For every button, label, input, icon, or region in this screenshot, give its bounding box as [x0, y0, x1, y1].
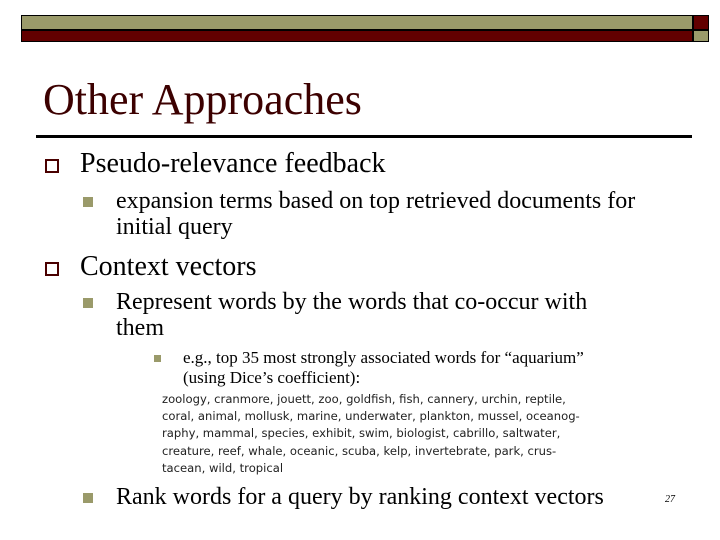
- word-list-line: coral, animal, mollusk, marine, underwat…: [162, 409, 580, 424]
- title-divider: [36, 135, 692, 138]
- header-bar: [21, 15, 709, 42]
- header-square-maroon: [694, 16, 708, 29]
- subsubbullet-example: e.g., top 35 most strongly associated wo…: [183, 348, 584, 387]
- word-list-line: raphy, mammal, species, exhibit, swim, b…: [162, 426, 561, 441]
- subbullet-rank-words: Rank words for a query by ranking contex…: [116, 484, 604, 510]
- aquarium-word-list: zoology, cranmore, jouett, zoo, goldfish…: [162, 391, 580, 477]
- subbullet-expansion-terms: expansion terms based on top retrieved d…: [116, 188, 636, 240]
- header-bar-olive: [22, 16, 692, 29]
- header-square-olive: [694, 31, 708, 41]
- subbullet-represent-words: Represent words by the words that co-occ…: [116, 289, 588, 341]
- hollow-square-bullet-icon: [45, 159, 59, 173]
- bullet-context-vectors: Context vectors: [80, 251, 257, 282]
- filled-square-bullet-icon: [83, 298, 93, 308]
- filled-square-bullet-icon: [83, 197, 93, 207]
- word-list-line: tacean, wild, tropical: [162, 460, 284, 475]
- filled-square-bullet-icon: [154, 355, 161, 362]
- slide-title: Other Approaches: [43, 75, 362, 124]
- filled-square-bullet-icon: [83, 493, 93, 503]
- hollow-square-bullet-icon: [45, 262, 59, 276]
- page-number: 27: [665, 494, 675, 505]
- header-bar-maroon: [22, 31, 692, 41]
- word-list-line: zoology, cranmore, jouett, zoo, goldfish…: [162, 392, 566, 406]
- word-list-line: creature, reef, whale, oceanic, scuba, k…: [162, 443, 557, 458]
- bullet-pseudo-relevance: Pseudo-relevance feedback: [80, 148, 386, 179]
